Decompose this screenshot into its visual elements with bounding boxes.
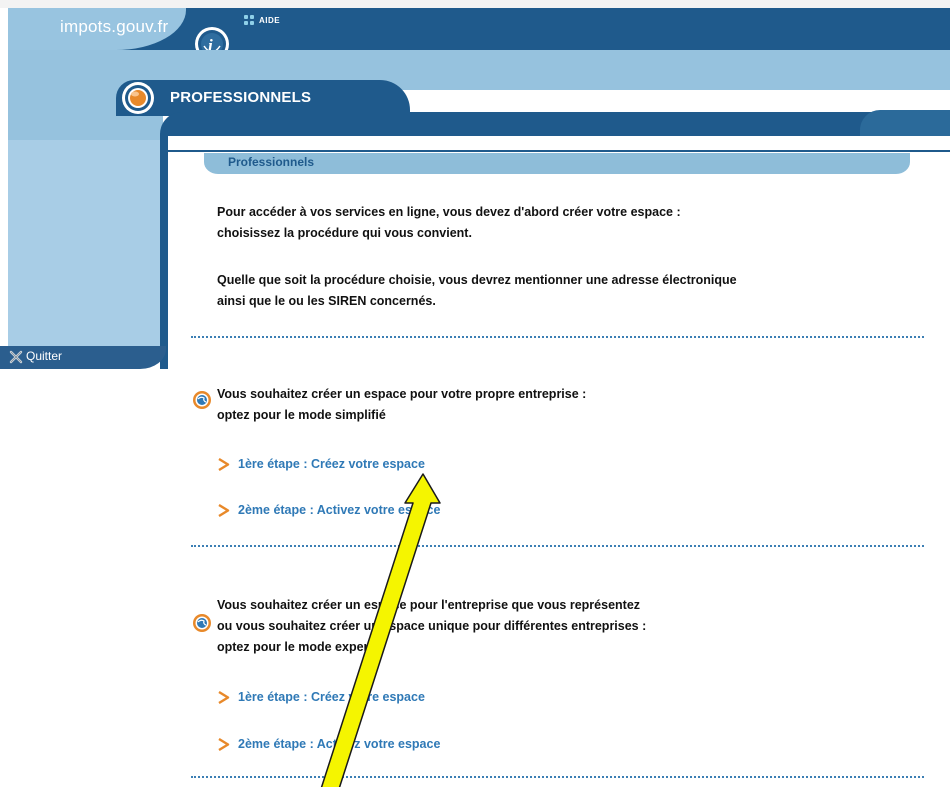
chevron-right-icon: [218, 690, 230, 704]
breadcrumb: Professionnels: [204, 153, 910, 174]
help-label: AIDE: [259, 15, 281, 25]
expert-step1-label[interactable]: 1ère étape : Créez votre espace: [238, 690, 425, 704]
simple-step2-label[interactable]: 2ème étape : Activez votre espace: [238, 503, 440, 517]
mode-simple-line: optez pour le mode simplifié: [217, 408, 386, 422]
globe-bullet-icon: [193, 391, 211, 409]
intro-line: Pour accéder à vos services en ligne, vo…: [217, 205, 681, 219]
dotted-separator: [191, 776, 924, 778]
intro-line: ainsi que le ou les SIREN concernés.: [217, 294, 436, 308]
quit-button[interactable]: [0, 346, 166, 369]
intro-text: Pour accéder à vos services en ligne, vo…: [217, 202, 681, 244]
top-band: [0, 0, 950, 8]
site-name[interactable]: impots.gouv.fr: [60, 17, 168, 37]
expert-step2-link[interactable]: 2ème étape : Activez votre espace: [217, 735, 440, 753]
mode-expert-text: Vous souhaitez créer un espace pour l'en…: [217, 595, 646, 658]
chevron-right-icon: [218, 503, 230, 517]
section-title: PROFESSIONNELS: [170, 89, 312, 106]
chevron-right-icon: [218, 457, 230, 471]
section-bar-end: [860, 110, 950, 136]
help-dots-icon: [244, 15, 254, 25]
simple-step2-link[interactable]: 2ème étape : Activez votre espace: [217, 501, 440, 519]
intro-line: Quelle que soit la procédure choisie, vo…: [217, 273, 737, 287]
expert-step2-label[interactable]: 2ème étape : Activez votre espace: [238, 737, 440, 751]
dotted-separator: [191, 545, 924, 547]
dotted-separator: [191, 336, 924, 338]
mode-simple-text: Vous souhaitez créer un espace pour votr…: [217, 384, 586, 426]
mode-simple-line: Vous souhaitez créer un espace pour votr…: [217, 387, 587, 401]
chevron-right-icon: [218, 737, 230, 751]
intro-line: choisissez la procédure qui vous convien…: [217, 226, 472, 240]
orange-orb-icon: [122, 82, 154, 114]
section-strip: [160, 136, 950, 148]
help-link[interactable]: AIDE: [244, 14, 280, 26]
close-icon[interactable]: [9, 350, 23, 364]
section-underline: [160, 150, 950, 152]
section-bar: [160, 112, 950, 136]
simple-step1-label[interactable]: 1ère étape : Créez votre espace: [238, 457, 425, 471]
mode-expert-line: optez pour le mode expert: [217, 640, 373, 654]
quit-label[interactable]: Quitter: [26, 349, 62, 363]
mode-expert-line: ou vous souhaitez créer un espace unique…: [217, 619, 647, 633]
simple-step1-link[interactable]: 1ère étape : Créez votre espace: [217, 455, 425, 473]
intro-text: Quelle que soit la procédure choisie, vo…: [217, 270, 737, 312]
expert-step1-link[interactable]: 1ère étape : Créez votre espace: [217, 688, 425, 706]
section-left-border: [160, 136, 168, 369]
breadcrumb-label: Professionnels: [228, 155, 315, 169]
globe-bullet-icon: [193, 614, 211, 632]
sidebar-panel: [8, 140, 163, 346]
mode-expert-line: Vous souhaitez créer un espace pour l'en…: [217, 598, 641, 612]
